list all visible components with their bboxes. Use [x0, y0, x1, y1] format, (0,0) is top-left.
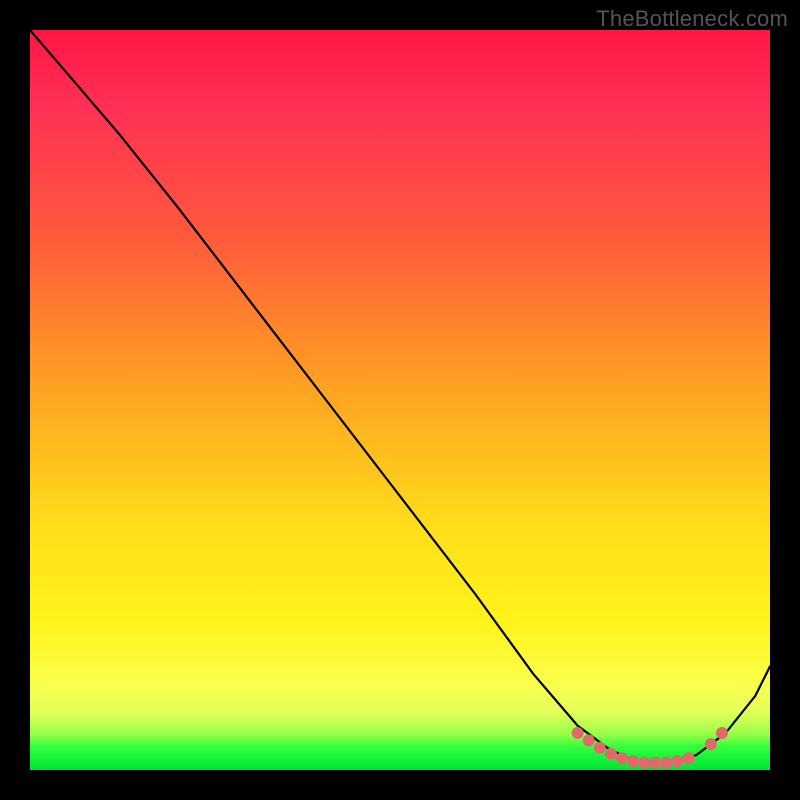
marker-dot — [660, 757, 672, 769]
marker-dot — [627, 755, 639, 767]
bottleneck-curve — [30, 30, 770, 763]
marker-dot — [705, 738, 717, 750]
watermark-text: TheBottleneck.com — [596, 6, 788, 32]
marker-dot — [605, 748, 617, 760]
marker-dot — [683, 752, 695, 764]
marker-dot — [594, 742, 606, 754]
chart-overlay — [30, 30, 770, 770]
marker-dot — [638, 757, 650, 769]
plot-area — [30, 30, 770, 770]
marker-dot — [616, 752, 628, 764]
marker-dot — [716, 727, 728, 739]
chart-frame: TheBottleneck.com — [0, 0, 800, 800]
marker-dot — [649, 757, 661, 769]
marker-dot — [583, 734, 595, 746]
marker-dot — [572, 727, 584, 739]
marker-dot — [672, 755, 684, 767]
